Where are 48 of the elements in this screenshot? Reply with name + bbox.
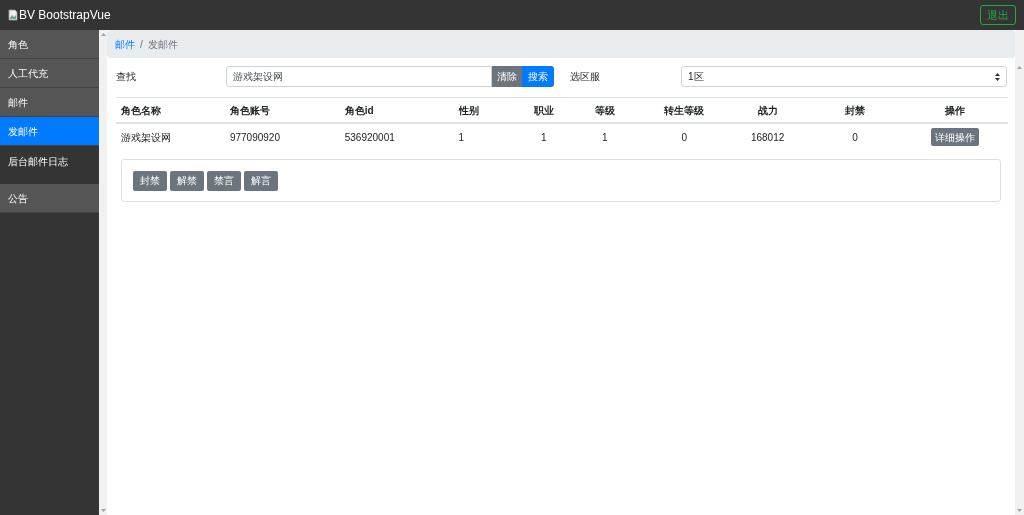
- column-header: 转生等级: [664, 104, 705, 116]
- column-header: 性别: [458, 104, 479, 116]
- logout-button[interactable]: 退出: [980, 5, 1016, 25]
- column-header: 角色账号: [229, 104, 270, 116]
- sidebar-item[interactable]: 人工代充: [0, 59, 99, 88]
- scroll-up-icon[interactable]: [1017, 66, 1022, 69]
- sidebar-item[interactable]: 邮件: [0, 88, 99, 117]
- table-cell: 游戏架设网: [121, 131, 171, 143]
- column-header: 角色id: [344, 104, 374, 116]
- table-cell: 1: [541, 131, 547, 143]
- scrollbar[interactable]: [99, 30, 107, 515]
- breadcrumb-item: 发邮件: [147, 37, 178, 52]
- column-header: 等级: [594, 104, 615, 116]
- table-cell: 1: [601, 131, 608, 143]
- scroll-down-icon[interactable]: [100, 509, 106, 512]
- table-cell: 977090920: [229, 131, 280, 143]
- sidebar-item[interactable]: 发邮件: [0, 117, 99, 146]
- scroll-down-icon[interactable]: [1017, 509, 1022, 512]
- table-cell: 1: [458, 131, 465, 143]
- column-header: 封禁: [844, 104, 865, 116]
- action-button[interactable]: 封禁: [133, 170, 167, 191]
- action-button[interactable]: 解禁: [170, 170, 204, 191]
- table-cell: 0: [852, 131, 858, 143]
- sidebar-item[interactable]: 公告: [0, 184, 99, 213]
- sort-caret-icon: [995, 72, 1000, 81]
- server-label: 选区服: [570, 70, 601, 84]
- breadcrumb-item[interactable]: 邮件: [115, 36, 135, 52]
- table-cell: 168012: [750, 131, 785, 143]
- table-cell: 0: [681, 131, 687, 143]
- search-button[interactable]: 搜索: [522, 66, 554, 87]
- table-cell: 536920001: [344, 131, 395, 143]
- breadcrumb-separator: /: [140, 37, 143, 52]
- brand-text[interactable]: BV BootstrapVue: [19, 6, 111, 24]
- search-label: 查找: [116, 70, 137, 84]
- column-header: 战力: [757, 104, 778, 116]
- sidebar-item[interactable]: 角色: [0, 30, 99, 59]
- search-field[interactable]: 游戏架设网: [226, 66, 492, 87]
- action-button[interactable]: 禁言: [207, 170, 241, 191]
- scroll-up-icon[interactable]: [100, 33, 106, 36]
- column-header: 职业: [533, 104, 554, 116]
- scrollbar[interactable]: [1015, 30, 1024, 515]
- column-header: 角色名称: [121, 104, 161, 116]
- broken-image-icon: [8, 9, 18, 21]
- clear-button[interactable]: 清除: [492, 66, 522, 87]
- server-select[interactable]: 1区: [681, 66, 1007, 87]
- column-header: 操作: [945, 104, 965, 116]
- details-button[interactable]: 详细操作: [931, 128, 979, 146]
- action-button[interactable]: 解言: [244, 170, 278, 191]
